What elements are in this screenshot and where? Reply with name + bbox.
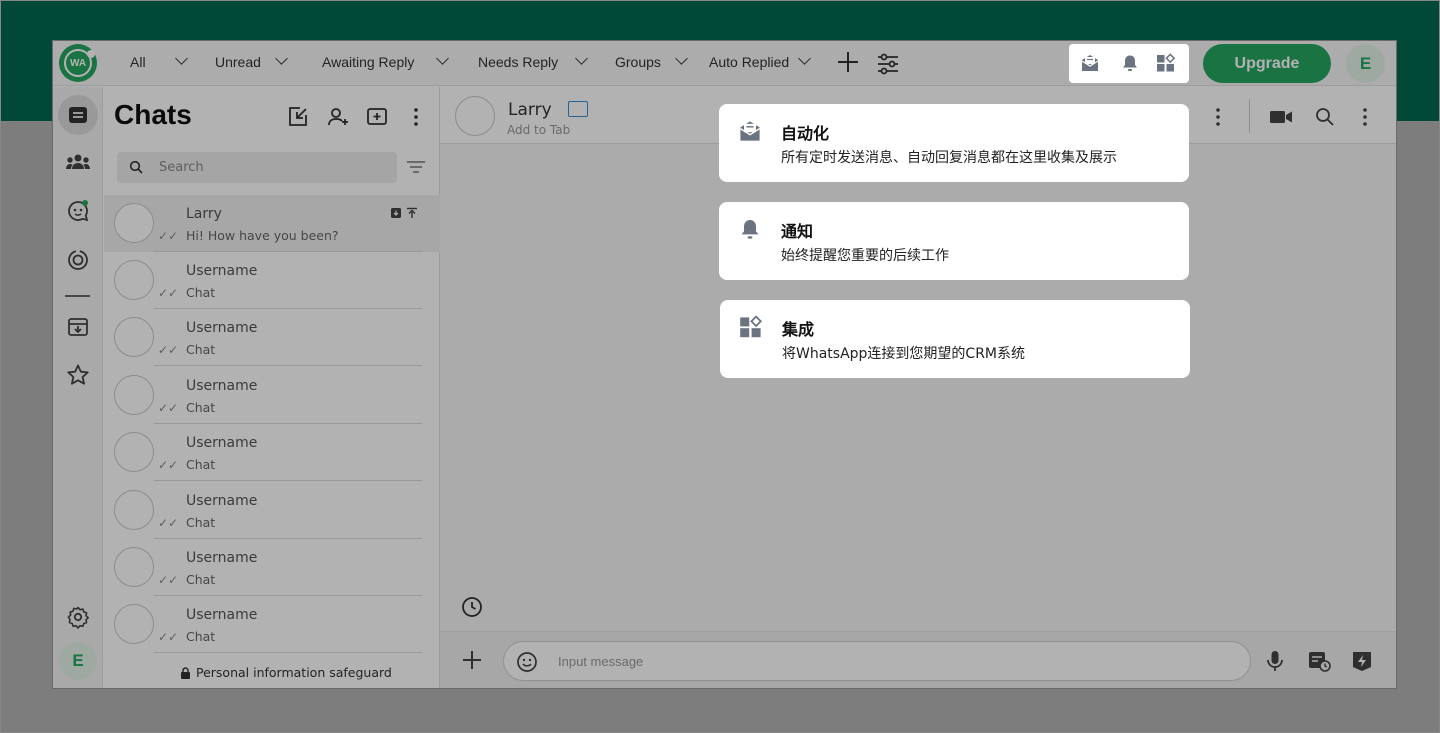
automation-inbox-icon[interactable] — [1080, 53, 1100, 73]
integration-icon — [740, 315, 763, 338]
tip-description: 将WhatsApp连接到您期望的CRM系统 — [782, 346, 1026, 362]
automation-inbox-icon — [740, 121, 760, 141]
tip-notification: 通知 始终提醒您重要的后续工作 — [719, 202, 1189, 280]
bell-icon — [741, 220, 759, 239]
tip-description: 所有定时发送消息、自动回复消息都在这里收集及展示 — [781, 150, 1117, 166]
tip-title: 通知 — [781, 222, 814, 241]
tip-integration: 集成 将WhatsApp连接到您期望的CRM系统 — [720, 300, 1190, 378]
tip-title: 集成 — [782, 320, 815, 339]
tip-title: 自动化 — [781, 124, 830, 143]
highlighted-tool-group — [1069, 44, 1189, 83]
tip-automation: 自动化 所有定时发送消息、自动回复消息都在这里收集及展示 — [719, 104, 1189, 182]
tip-description: 始终提醒您重要的后续工作 — [781, 248, 949, 264]
bell-icon[interactable] — [1120, 53, 1140, 73]
integration-icon[interactable] — [1156, 53, 1176, 73]
